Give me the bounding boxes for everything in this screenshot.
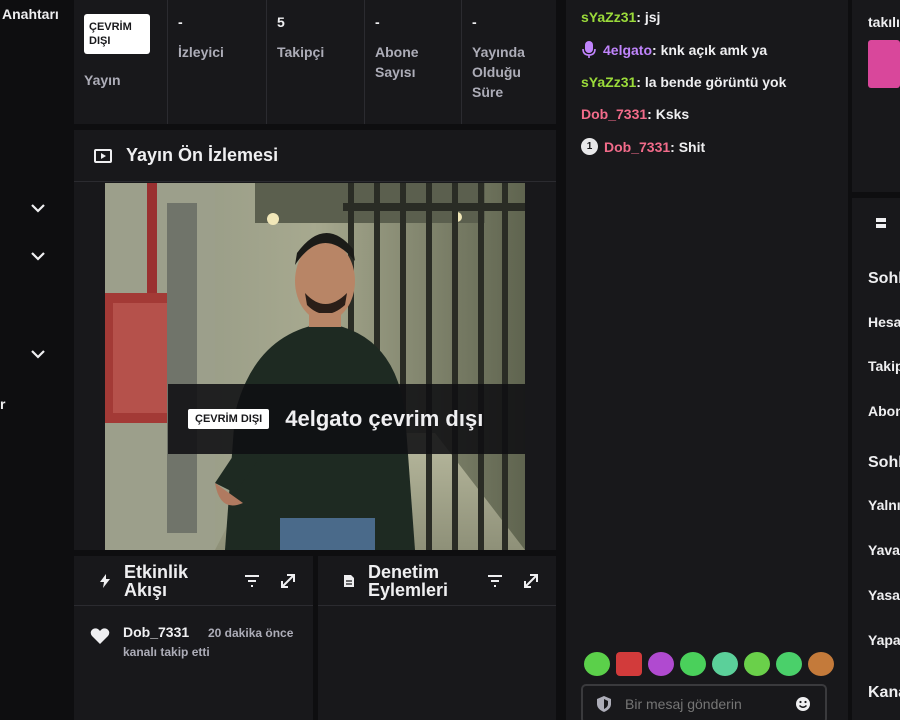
preview-title: Yayın Ön İzlemesi bbox=[126, 145, 279, 165]
emote-icon[interactable] bbox=[648, 652, 674, 676]
chat-message-input[interactable] bbox=[625, 696, 775, 712]
video-icon bbox=[94, 148, 112, 163]
stream-stats-bar: ÇEVRİM DIŞI Yayın - İzleyici 5 Takipçi -… bbox=[74, 0, 556, 124]
chevron-down-icon[interactable] bbox=[28, 246, 48, 266]
emote-icon[interactable] bbox=[584, 652, 610, 676]
settings-icon[interactable] bbox=[874, 216, 888, 230]
section-title: Sohb bbox=[868, 454, 900, 471]
chat-username[interactable]: Dob_7331 bbox=[581, 106, 647, 122]
chat-panel: sYaZz31: jsj 4elgato: knk açık amk ya sY… bbox=[566, 0, 848, 720]
stat-label: Takipçi bbox=[277, 44, 325, 60]
document-icon bbox=[344, 574, 354, 587]
activity-time: 20 dakika önce bbox=[208, 626, 294, 640]
settings-item[interactable]: Yasa bbox=[868, 587, 900, 603]
settings-item[interactable]: Yapa bbox=[868, 632, 900, 648]
right-settings-panel: takılı Sohb Hesa Takip Abon Sohb Yalnı Y… bbox=[852, 0, 900, 720]
section-title: Sohb bbox=[868, 270, 900, 287]
stat-subscribers: - Abone Sayısı bbox=[365, 0, 462, 124]
activity-item: Dob_7331 20 dakika önce kanalı takip ett… bbox=[74, 556, 313, 720]
chat-username[interactable]: sYaZz31 bbox=[581, 9, 636, 25]
preview-image[interactable]: ÇEVRİM DIŞI 4elgato çevrim dışı bbox=[105, 183, 525, 550]
chevron-down-icon[interactable] bbox=[28, 198, 48, 218]
moderation-title: Denetim Eylemleri bbox=[368, 561, 449, 600]
stat-value: 5 bbox=[277, 14, 285, 30]
stat-stream-status: ÇEVRİM DIŞI Yayın bbox=[74, 0, 168, 124]
chat-username[interactable]: Dob_7331 bbox=[604, 139, 670, 155]
stat-label: Yayında Olduğu Süre bbox=[472, 44, 525, 100]
chat-message: Dob_7331: Ksks bbox=[581, 106, 689, 122]
emote-picker-icon[interactable] bbox=[795, 696, 811, 712]
activity-user[interactable]: Dob_7331 bbox=[123, 624, 189, 640]
broadcaster-mic-icon bbox=[582, 41, 596, 58]
offline-badge: ÇEVRİM DIŞI bbox=[188, 409, 270, 429]
settings-item[interactable]: Abon bbox=[868, 403, 900, 419]
chat-text: : knk açık amk ya bbox=[652, 42, 768, 58]
popout-icon[interactable] bbox=[522, 572, 540, 590]
stat-uptime: - Yayında Olduğu Süre bbox=[462, 0, 556, 124]
chevron-down-icon[interactable] bbox=[28, 344, 48, 364]
stat-value: - bbox=[375, 14, 380, 30]
emote-icon[interactable] bbox=[808, 652, 834, 676]
chat-text: : Ksks bbox=[647, 106, 690, 122]
right-top-text: takılı bbox=[868, 14, 900, 30]
stat-value: - bbox=[178, 14, 183, 30]
emote-icon[interactable] bbox=[616, 652, 642, 676]
settings-item[interactable]: Yalnı bbox=[868, 497, 900, 513]
stat-label: Yayın bbox=[84, 72, 121, 88]
chat-input-box[interactable] bbox=[581, 684, 827, 720]
emote-icon[interactable] bbox=[712, 652, 738, 676]
settings-item[interactable]: Yava bbox=[868, 542, 900, 558]
offline-overlay: ÇEVRİM DIŞI 4elgato çevrim dışı bbox=[168, 384, 525, 454]
moderation-actions-panel: Denetim Eylemleri bbox=[318, 556, 556, 720]
activity-feed-panel: Etkinlik Akışı Dob_7331 20 dakika önce k… bbox=[74, 556, 313, 720]
chat-message: sYaZz31: la bende görüntü yok bbox=[581, 74, 786, 90]
section-title: Kana bbox=[868, 684, 900, 701]
shield-icon[interactable] bbox=[597, 696, 611, 712]
chat-text: : Shit bbox=[670, 138, 706, 155]
emote-bar bbox=[584, 652, 834, 676]
stat-value: - bbox=[472, 14, 477, 30]
chat-message: sYaZz31: jsj bbox=[581, 9, 660, 25]
chat-settings-card: Sohb Hesa Takip Abon Sohb Yalnı Yava Yas… bbox=[852, 198, 900, 720]
settings-item[interactable]: Takip bbox=[868, 358, 900, 374]
stat-followers: 5 Takipçi bbox=[267, 0, 365, 124]
chat-text: : la bende görüntü yok bbox=[636, 74, 787, 90]
sidebar-title: Anahtarı bbox=[2, 6, 59, 22]
moderation-header: Denetim Eylemleri bbox=[318, 556, 556, 606]
stat-label: İzleyici bbox=[178, 44, 224, 60]
chat-message: 4elgato: knk açık amk ya bbox=[581, 41, 767, 59]
activity-description: kanalı takip etti bbox=[123, 645, 210, 659]
chat-username[interactable]: sYaZz31 bbox=[581, 74, 636, 90]
stream-preview-card: Yayın Ön İzlemesi ÇEVRİM DIŞI 4elgato çe… bbox=[74, 130, 556, 550]
offline-scene-image bbox=[105, 183, 525, 550]
thumbnail-image[interactable] bbox=[868, 40, 900, 88]
sidebar-item-label: r bbox=[0, 396, 6, 412]
emote-icon[interactable] bbox=[776, 652, 802, 676]
chat-message: 1 Dob_7331: Shit bbox=[581, 138, 705, 155]
left-sidebar: Anahtarı r bbox=[0, 0, 74, 720]
stat-label: Abone Sayısı bbox=[375, 44, 419, 80]
preview-header: Yayın Ön İzlemesi bbox=[74, 130, 556, 182]
chat-username[interactable]: 4elgato bbox=[603, 42, 652, 58]
chat-text: : jsj bbox=[636, 9, 661, 25]
settings-item[interactable]: Hesa bbox=[868, 314, 900, 330]
right-top-card: takılı bbox=[852, 0, 900, 192]
emote-icon[interactable] bbox=[744, 652, 770, 676]
badge-icon: 1 bbox=[581, 138, 598, 155]
heart-icon bbox=[90, 628, 110, 644]
emote-icon[interactable] bbox=[680, 652, 706, 676]
filter-icon[interactable] bbox=[486, 572, 504, 590]
offline-message: 4elgato çevrim dışı bbox=[285, 406, 484, 431]
offline-badge: ÇEVRİM DIŞI bbox=[84, 14, 150, 54]
stat-viewers: - İzleyici bbox=[168, 0, 267, 124]
